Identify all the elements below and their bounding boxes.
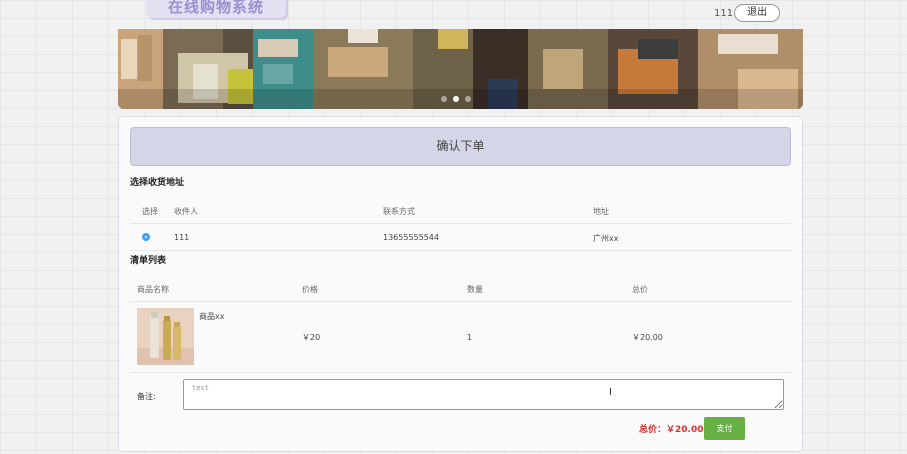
total-label: 总价： (639, 425, 667, 435)
user-area: 111 退出 (714, 4, 781, 22)
confirm-order-header: 确认下单 (130, 127, 791, 166)
item-header-name: 商品名称 (137, 285, 169, 294)
carousel-dot[interactable] (465, 96, 471, 102)
item-header-total: 总价 (632, 285, 648, 294)
item-price: ￥20 (302, 333, 321, 342)
address-text: 广州xx (593, 234, 619, 243)
address-header-select: 选择 (142, 207, 158, 216)
divider (130, 223, 791, 224)
divider (130, 301, 791, 302)
order-card: 确认下单 选择收货地址 选择 收件人 联系方式 地址 111 136555555… (118, 116, 803, 452)
carousel-dot[interactable] (441, 96, 447, 102)
address-phone: 13655555544 (383, 233, 439, 242)
total-value: ￥20.00 (666, 425, 704, 435)
product-image[interactable] (137, 308, 194, 365)
pay-button[interactable]: 支付 (704, 417, 745, 440)
item-header-quantity: 数量 (467, 285, 483, 294)
address-header-recipient: 收件人 (174, 207, 198, 216)
item-header-price: 价格 (302, 285, 318, 294)
items-section-title: 清单列表 (130, 256, 167, 266)
item-name[interactable]: 商品xx (199, 311, 224, 322)
address-section-title: 选择收货地址 (130, 178, 185, 188)
logout-button[interactable]: 退出 (734, 4, 781, 22)
note-input[interactable]: test (183, 379, 784, 410)
item-total: ￥20.00 (632, 333, 663, 342)
address-header-phone: 联系方式 (383, 207, 415, 216)
text-cursor-icon: I (609, 387, 612, 398)
address-header-address: 地址 (593, 207, 609, 216)
note-label: 备注: (137, 392, 156, 401)
carousel-dots (441, 96, 471, 102)
address-radio[interactable] (142, 233, 150, 241)
divider (130, 250, 791, 251)
order-total: 总价：￥20.00 (639, 422, 703, 435)
user-name: 111 (714, 7, 734, 19)
divider (130, 372, 791, 373)
item-quantity: 1 (467, 333, 473, 342)
banner-carousel[interactable] (118, 29, 803, 109)
product-photo (137, 308, 194, 365)
site-title: 在线购物系统 (146, 0, 286, 18)
carousel-dot-active[interactable] (453, 96, 459, 102)
address-recipient: 111 (174, 233, 190, 242)
